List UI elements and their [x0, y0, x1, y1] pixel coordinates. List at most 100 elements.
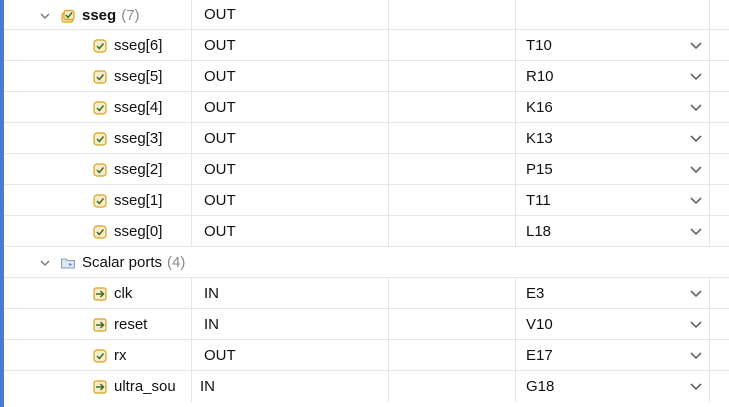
site-cell[interactable]: E3	[516, 278, 710, 309]
port-name: reset	[114, 316, 148, 333]
port-name: sseg[3]	[114, 130, 163, 147]
site-value: E3	[526, 285, 545, 302]
site-cell[interactable]: K13	[516, 123, 710, 154]
port-name: sseg[4]	[114, 99, 163, 116]
table-row[interactable]: sseg[6] OUT T10	[4, 30, 729, 61]
site-cell[interactable]	[516, 0, 710, 30]
package-pin-cell[interactable]	[389, 340, 516, 371]
direction-value: IN	[204, 316, 219, 333]
site-value: P15	[526, 161, 553, 178]
site-cell[interactable]: P15	[516, 154, 710, 185]
direction-value: OUT	[204, 130, 236, 147]
chevron-down-icon[interactable]	[689, 340, 703, 371]
bus-output-icon	[60, 8, 76, 24]
package-pin-cell[interactable]	[389, 216, 516, 247]
table-row[interactable]: clk IN E3	[4, 278, 729, 309]
output-port-icon	[92, 162, 108, 178]
table-row-group-sseg[interactable]: sseg (7) OUT	[4, 0, 729, 31]
table-row[interactable]: reset IN V10	[4, 309, 729, 340]
table-row[interactable]: sseg[2] OUT P15	[4, 154, 729, 185]
package-pin-cell[interactable]	[389, 123, 516, 154]
output-port-icon	[92, 131, 108, 147]
group-count: (7)	[121, 7, 140, 24]
site-value: T10	[526, 37, 552, 54]
direction-value: OUT	[204, 161, 236, 178]
package-pin-cell[interactable]	[389, 278, 516, 309]
package-pin-cell[interactable]	[389, 61, 516, 92]
direction-value: OUT	[204, 192, 236, 209]
table-row-group-scalar-ports[interactable]: Scalar ports (4)	[4, 247, 729, 278]
table-row[interactable]: sseg[3] OUT K13	[4, 123, 729, 154]
chevron-down-icon[interactable]	[689, 216, 703, 247]
site-value: V10	[526, 316, 553, 333]
group-name: sseg	[82, 7, 117, 24]
input-port-icon	[92, 317, 108, 333]
chevron-down-icon[interactable]	[689, 371, 703, 402]
direction-value: OUT	[204, 6, 236, 23]
table-row[interactable]: sseg[5] OUT R10	[4, 61, 729, 92]
direction-value: IN	[204, 285, 219, 302]
table-row[interactable]: ultra_sou IN G18	[4, 371, 729, 402]
site-cell[interactable]: R10	[516, 61, 710, 92]
direction-value: OUT	[204, 347, 236, 364]
site-value: K16	[526, 99, 553, 116]
chevron-down-icon[interactable]	[689, 309, 703, 340]
site-cell[interactable]: T10	[516, 30, 710, 61]
site-value: T11	[526, 192, 551, 209]
chevron-down-icon[interactable]	[689, 123, 703, 154]
output-port-icon	[92, 193, 108, 209]
chevron-down-icon[interactable]	[689, 185, 703, 216]
direction-value: OUT	[204, 68, 236, 85]
site-value: E17	[526, 347, 553, 364]
site-value: L18	[526, 223, 552, 240]
package-pin-cell[interactable]	[389, 309, 516, 340]
chevron-down-icon[interactable]	[38, 256, 52, 270]
package-pin-cell[interactable]	[389, 30, 516, 61]
chevron-down-icon[interactable]	[689, 154, 703, 185]
table-row[interactable]: sseg[1] OUT T11	[4, 185, 729, 216]
output-port-icon	[92, 38, 108, 54]
chevron-down-icon[interactable]	[689, 92, 703, 123]
package-pin-cell[interactable]	[389, 185, 516, 216]
folder-icon	[60, 255, 76, 271]
site-cell[interactable]: E17	[516, 340, 710, 371]
port-name: clk	[114, 285, 133, 302]
direction-value: IN	[200, 378, 215, 395]
output-port-icon	[92, 69, 108, 85]
site-value: R10	[526, 68, 554, 85]
input-port-icon	[92, 286, 108, 302]
port-name: ultra_sou	[114, 378, 176, 395]
port-name: sseg[2]	[114, 161, 163, 178]
site-cell[interactable]: V10	[516, 309, 710, 340]
port-name: sseg[0]	[114, 223, 163, 240]
site-value: K13	[526, 130, 553, 147]
direction-value: OUT	[204, 37, 236, 54]
chevron-down-icon[interactable]	[689, 61, 703, 92]
table-row[interactable]: sseg[4] OUT K16	[4, 92, 729, 123]
output-port-icon	[92, 100, 108, 116]
chevron-down-icon[interactable]	[38, 9, 52, 23]
port-name: sseg[5]	[114, 68, 163, 85]
group-count: (4)	[167, 254, 186, 271]
port-name: sseg[1]	[114, 192, 163, 209]
site-cell[interactable]: L18	[516, 216, 710, 247]
table-row[interactable]: sseg[0] OUT L18	[4, 216, 729, 247]
direction-value: OUT	[204, 223, 236, 240]
site-cell[interactable]: T11	[516, 185, 710, 216]
output-port-icon	[92, 224, 108, 240]
port-name: rx	[114, 347, 127, 364]
site-cell[interactable]: K16	[516, 92, 710, 123]
package-pin-cell[interactable]	[389, 92, 516, 123]
site-value: G18	[526, 378, 555, 395]
package-pin-cell[interactable]	[389, 154, 516, 185]
site-cell[interactable]: G18	[516, 371, 710, 402]
input-port-icon	[92, 379, 108, 395]
package-pin-cell[interactable]	[389, 0, 516, 30]
table-row[interactable]: rx OUT E17	[4, 340, 729, 371]
chevron-down-icon[interactable]	[689, 30, 703, 61]
io-ports-table: sseg (7) OUT sseg[6] OUT T10 sseg[5] OUT…	[4, 0, 729, 402]
direction-value: OUT	[204, 99, 236, 116]
port-name: sseg[6]	[114, 37, 163, 54]
package-pin-cell[interactable]	[389, 371, 516, 402]
chevron-down-icon[interactable]	[689, 278, 703, 309]
